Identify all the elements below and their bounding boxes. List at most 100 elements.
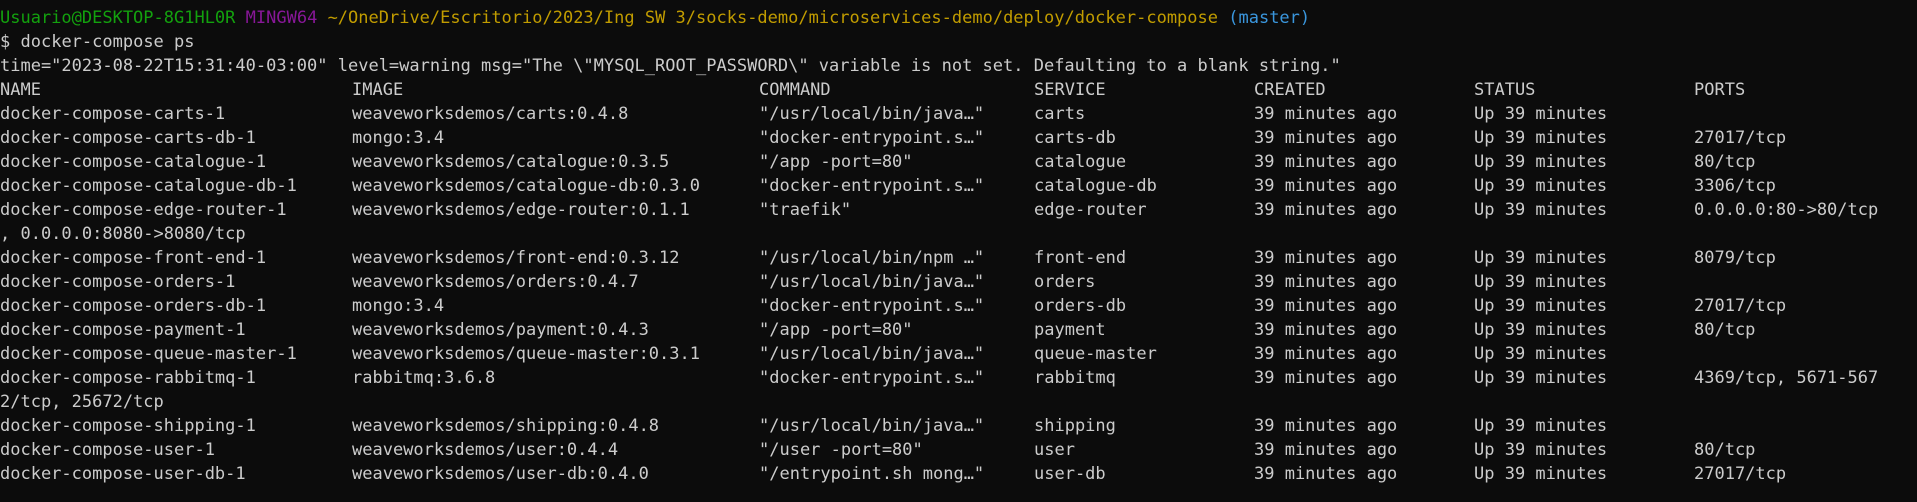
cell-status: Up 39 minutes	[1474, 464, 1608, 484]
cell-command: "docker-entrypoint.s…"	[759, 176, 985, 196]
cell-image: weaveworksdemos/user:0.4.4	[352, 440, 619, 460]
cell-command: "docker-entrypoint.s…"	[759, 296, 985, 316]
cell-service: shipping	[1034, 416, 1116, 436]
header-name: NAME	[0, 80, 41, 100]
cell-name: docker-compose-rabbitmq-1	[0, 368, 256, 388]
cell-command: "/usr/local/bin/npm …"	[759, 248, 985, 268]
cell-name: docker-compose-catalogue-1	[0, 152, 267, 172]
terminal-window[interactable]: Usuario@DESKTOP-8G1HL0R MINGW64 ~/OneDri…	[0, 0, 1917, 502]
cell-status: Up 39 minutes	[1474, 320, 1608, 340]
cell-service: queue-master	[1034, 344, 1157, 364]
cell-ports: 8079/tcp	[1694, 248, 1776, 268]
cell-created: 39 minutes ago	[1254, 440, 1398, 460]
cell-image: weaveworksdemos/front-end:0.3.12	[352, 248, 680, 268]
table-row: docker-compose-rabbitmq-1 rabbitmq:3.6.8 "…	[0, 366, 1917, 390]
cell-image: weaveworksdemos/user-db:0.4.0	[352, 464, 649, 484]
cell-image: weaveworksdemos/carts:0.4.8	[352, 104, 629, 124]
cell-name: docker-compose-user-db-1	[0, 464, 246, 484]
cell-status: Up 39 minutes	[1474, 176, 1608, 196]
cell-created: 39 minutes ago	[1254, 344, 1398, 364]
prompt-path: ~/OneDrive/Escritorio/2023/Ing SW 3/sock…	[327, 8, 1218, 28]
prompt-symbol: $	[0, 32, 11, 52]
cell-command: "/usr/local/bin/java…"	[759, 272, 985, 292]
cell-image: weaveworksdemos/queue-master:0.3.1	[352, 344, 700, 364]
cell-service: edge-router	[1034, 200, 1147, 220]
cell-created: 39 minutes ago	[1254, 248, 1398, 268]
cell-created: 39 minutes ago	[1254, 296, 1398, 316]
header-service: SERVICE	[1034, 80, 1106, 100]
cell-name: docker-compose-catalogue-db-1	[0, 176, 297, 196]
header-created: CREATED	[1254, 80, 1326, 100]
prompt-user-host: Usuario@DESKTOP-8G1HL0R	[0, 8, 236, 28]
cell-name: docker-compose-orders-db-1	[0, 296, 267, 316]
table-row: docker-compose-catalogue-1 weaveworksdemo…	[0, 150, 1917, 174]
cell-ports: 80/tcp	[1694, 152, 1756, 172]
table-header: NAME IMAGE COMMAND SERVICE CREATED STATU…	[0, 78, 1917, 102]
cell-status: Up 39 minutes	[1474, 200, 1608, 220]
header-command: COMMAND	[759, 80, 831, 100]
cell-image: weaveworksdemos/catalogue-db:0.3.0	[352, 176, 700, 196]
cell-created: 39 minutes ago	[1254, 200, 1398, 220]
table-row: docker-compose-payment-1 weaveworksdemos/…	[0, 318, 1917, 342]
cell-ports: 27017/tcp	[1694, 296, 1787, 316]
cell-command: "/usr/local/bin/java…"	[759, 104, 985, 124]
table-row: docker-compose-shipping-1 weaveworksdemos…	[0, 414, 1917, 438]
cell-service: user	[1034, 440, 1075, 460]
cell-status: Up 39 minutes	[1474, 248, 1608, 268]
ports-wrap-line: , 0.0.0.0:8080->8080/tcp	[0, 224, 246, 244]
cell-command: "docker-entrypoint.s…"	[759, 128, 985, 148]
cell-ports: 27017/tcp	[1694, 128, 1787, 148]
table-row: docker-compose-front-end-1 weaveworksdemo…	[0, 246, 1917, 270]
cell-name: docker-compose-carts-1	[0, 104, 226, 124]
cell-service: orders	[1034, 272, 1096, 292]
cell-service: payment	[1034, 320, 1106, 340]
table-row: docker-compose-catalogue-db-1 weaveworksd…	[0, 174, 1917, 198]
cell-status: Up 39 minutes	[1474, 344, 1608, 364]
cell-command: "/usr/local/bin/java…"	[759, 416, 985, 436]
cell-created: 39 minutes ago	[1254, 464, 1398, 484]
table-row: docker-compose-orders-db-1 mongo:3.4 "dock…	[0, 294, 1917, 318]
cell-ports: 4369/tcp, 5671-567	[1694, 368, 1879, 388]
cell-service: catalogue	[1034, 152, 1127, 172]
cell-created: 39 minutes ago	[1254, 320, 1398, 340]
cell-image: weaveworksdemos/orders:0.4.7	[352, 272, 639, 292]
cell-command: "traefik"	[759, 200, 852, 220]
cell-name: docker-compose-shipping-1	[0, 416, 256, 436]
table-row: docker-compose-carts-db-1 mongo:3.4 "docke…	[0, 126, 1917, 150]
cell-service: front-end	[1034, 248, 1127, 268]
cell-command: "/app -port=80"	[759, 320, 913, 340]
cell-image: rabbitmq:3.6.8	[352, 368, 496, 388]
cell-created: 39 minutes ago	[1254, 152, 1398, 172]
cell-service: rabbitmq	[1034, 368, 1116, 388]
header-image: IMAGE	[352, 80, 404, 100]
cell-created: 39 minutes ago	[1254, 368, 1398, 388]
prompt-shell: MINGW64	[245, 8, 318, 28]
cell-ports: 0.0.0.0:80->80/tcp	[1694, 200, 1879, 220]
cell-image: weaveworksdemos/payment:0.4.3	[352, 320, 649, 340]
cell-status: Up 39 minutes	[1474, 440, 1608, 460]
cell-image: weaveworksdemos/edge-router:0.1.1	[352, 200, 690, 220]
cell-name: docker-compose-orders-1	[0, 272, 236, 292]
prompt-line: Usuario@DESKTOP-8G1HL0R MINGW64 ~/OneDri…	[0, 6, 1917, 30]
command-text: docker-compose ps	[20, 32, 195, 52]
cell-name: docker-compose-carts-db-1	[0, 128, 256, 148]
cell-command: "/usr/local/bin/java…"	[759, 344, 985, 364]
cell-command: "/user -port=80"	[759, 440, 923, 460]
command-line: $ docker-compose ps	[0, 30, 1917, 54]
cell-name: docker-compose-payment-1	[0, 320, 246, 340]
cell-name: docker-compose-queue-master-1	[0, 344, 297, 364]
warning-line: time="2023-08-22T15:31:40-03:00" level=w…	[0, 56, 1341, 76]
cell-ports: 80/tcp	[1694, 320, 1756, 340]
header-ports: PORTS	[1694, 80, 1746, 100]
cell-status: Up 39 minutes	[1474, 272, 1608, 292]
cell-status: Up 39 minutes	[1474, 416, 1608, 436]
table-row: docker-compose-user-1 weaveworksdemos/use…	[0, 438, 1917, 462]
table-row: docker-compose-queue-master-1 weaveworksd…	[0, 342, 1917, 366]
table-body: docker-compose-carts-1 weaveworksdemos/ca…	[0, 102, 1917, 486]
cell-status: Up 39 minutes	[1474, 104, 1608, 124]
cell-image: weaveworksdemos/shipping:0.4.8	[352, 416, 660, 436]
table-row: docker-compose-edge-router-1 weaveworksde…	[0, 198, 1917, 222]
cell-name: docker-compose-user-1	[0, 440, 215, 460]
cell-command: "/entrypoint.sh mong…"	[759, 464, 985, 484]
cell-service: orders-db	[1034, 296, 1127, 316]
